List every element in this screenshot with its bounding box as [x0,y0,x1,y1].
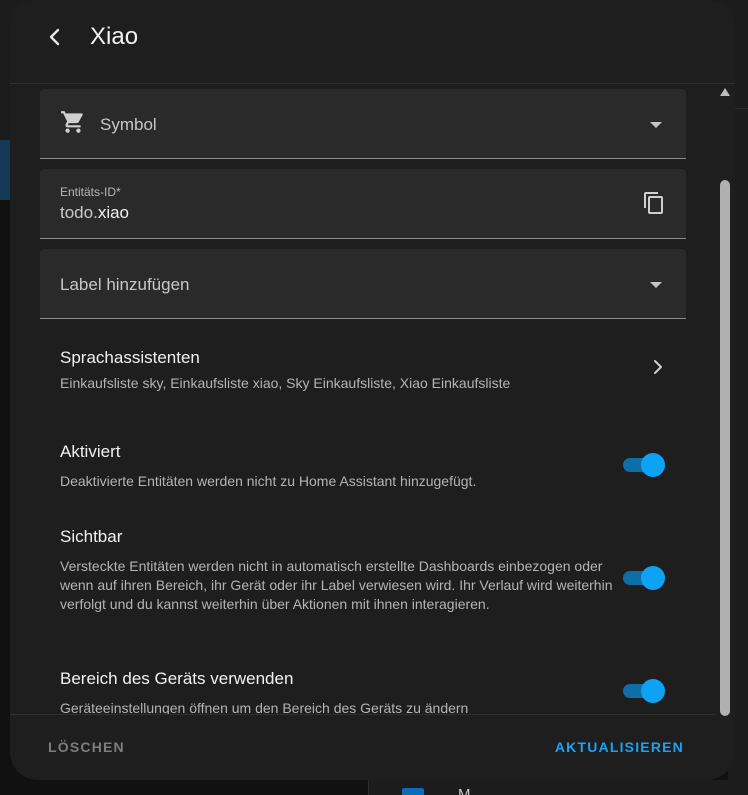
scroll-thumb[interactable] [720,180,730,716]
voice-assistants-title: Sprachassistenten [60,348,200,367]
setting-device-area-title: Bereich des Geräts verwenden [60,669,294,688]
background-list-cell [368,780,748,795]
setting-enabled-title: Aktiviert [60,442,121,461]
dropdown-arrow-icon[interactable] [650,282,662,288]
dialog-footer: LÖSCHEN AKTUALISIEREN [10,714,716,780]
dropdown-arrow-icon[interactable] [650,122,662,128]
device-area-toggle[interactable] [621,676,667,706]
cart-icon [61,111,83,133]
icon-picker-label: Symbol [100,115,157,134]
dialog-header: Xiao [10,0,735,84]
setting-visible-title: Sichtbar [60,527,123,546]
voice-assistants-row[interactable]: Sprachassistenten Einkaufsliste sky, Ein… [40,334,686,404]
label-picker[interactable]: Label hinzufügen [40,249,686,319]
setting-visible-description: Versteckte Entitäten werden nicht in aut… [60,558,613,612]
background-checkbox [402,788,424,795]
background-accent [0,140,10,200]
dialog-content: Symbol Entitäts-ID* todo.xiao Label hinz… [10,84,716,714]
setting-enabled: Aktiviert Deaktivierte Entitäten werden … [60,442,620,491]
toggle-knob [641,453,665,477]
setting-device-area: Bereich des Geräts verwenden Geräteeinst… [60,669,620,714]
toggle-knob [641,679,665,703]
entity-settings-dialog: Xiao Symbol Entitäts-ID* todo.xiao Label… [10,0,735,780]
scroll-up-arrow-icon[interactable] [720,88,730,96]
copy-icon[interactable] [642,191,666,215]
enabled-toggle[interactable] [621,450,667,480]
setting-enabled-description: Deaktivierte Entitäten werden nicht zu H… [60,473,477,489]
chevron-right-icon [654,360,662,374]
update-button[interactable]: AKTUALISIEREN [555,739,684,755]
entity-id-value[interactable]: todo.xiao [60,203,129,223]
voice-assistants-description: Einkaufsliste sky, Einkaufsliste xiao, S… [60,375,511,391]
scrollbar[interactable] [716,84,735,780]
toggle-knob [641,566,665,590]
entity-id-prefix: todo. [60,203,98,222]
icon-picker[interactable]: Symbol [40,89,686,159]
label-picker-label: Label hinzufügen [60,275,190,294]
entity-id-field[interactable]: Entitäts-ID* todo.xiao [40,169,686,239]
setting-device-area-description: Geräteeinstellungen öffnen um den Bereic… [60,700,469,714]
back-button[interactable] [40,22,70,52]
entity-id-label: Entitäts-ID* [60,185,121,199]
background-row: M [0,780,748,795]
delete-button[interactable]: LÖSCHEN [48,739,125,755]
setting-visible: Sichtbar Versteckte Entitäten werden nic… [60,527,620,614]
background-row-text: M [458,786,471,795]
chevron-left-icon [49,28,60,46]
dialog-title: Xiao [90,23,139,50]
entity-id-name: xiao [97,203,129,222]
visible-toggle[interactable] [621,563,667,593]
